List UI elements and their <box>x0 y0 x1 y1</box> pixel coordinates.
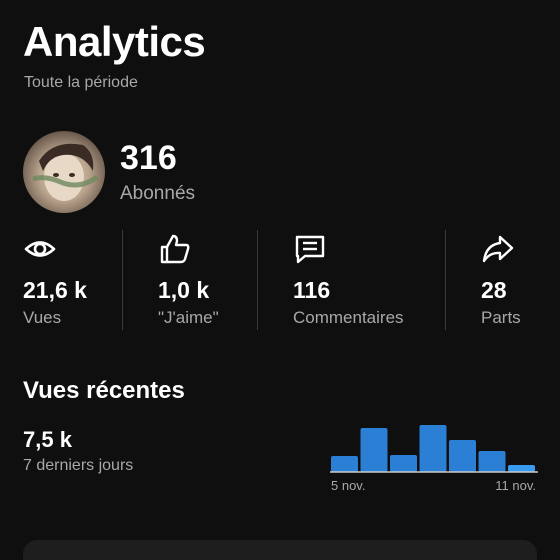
stat-value: 116 <box>293 277 331 303</box>
share-icon <box>481 232 515 266</box>
page-title: Analytics <box>23 18 206 65</box>
chart-bar-7-nov-[interactable] <box>390 455 417 472</box>
chart-bar-11-nov-[interactable] <box>508 465 535 472</box>
stats-row: 21,6 k Vues 1,0 k "J'aime" 116 Commentai… <box>0 228 560 332</box>
bottom-card[interactable] <box>23 540 537 560</box>
analytics-page: Analytics Toute la période 316 Abonnés 2… <box>0 0 560 560</box>
thumbs-up-icon <box>158 232 192 266</box>
comment-icon <box>293 232 327 266</box>
recent-views-value: 7,5 k <box>23 427 72 452</box>
chart-bar-6-nov-[interactable] <box>360 428 388 472</box>
period-filter[interactable]: Toute la période <box>24 74 138 92</box>
subscriber-label: Abonnés <box>120 183 196 204</box>
stat-value: 28 <box>481 277 507 303</box>
chart-tick-start: 5 nov. <box>331 478 365 493</box>
chart-tick-end: 11 nov. <box>495 478 536 493</box>
chart-bar-9-nov-[interactable] <box>449 440 476 472</box>
avatar[interactable] <box>23 131 105 213</box>
subscriber-count: 316 <box>120 139 177 177</box>
eye-icon <box>23 232 57 266</box>
bar-chart-svg: 5 nov. 11 nov. <box>330 425 538 493</box>
chart-bar-10-nov-[interactable] <box>478 451 506 472</box>
chart-bar-5-nov-[interactable] <box>331 456 358 472</box>
stat-label: Parts <box>481 308 521 327</box>
divider <box>122 230 123 330</box>
stat-label: Vues <box>23 308 62 327</box>
stat-value: 21,6 k <box>23 277 87 303</box>
stat-value: 1,0 k <box>158 277 210 303</box>
profile-summary: 316 Abonnés <box>23 131 323 213</box>
recent-views-title: Vues récentes <box>23 377 185 404</box>
divider <box>257 230 258 330</box>
recent-views-chart[interactable]: 5 nov. 11 nov. <box>328 420 540 496</box>
avatar-image <box>32 143 99 201</box>
divider <box>445 230 446 330</box>
recent-views-period: 7 derniers jours <box>23 457 134 474</box>
stat-label: "J'aime" <box>158 308 219 327</box>
stat-label: Commentaires <box>293 308 404 327</box>
chart-bar-8-nov-[interactable] <box>419 425 447 472</box>
